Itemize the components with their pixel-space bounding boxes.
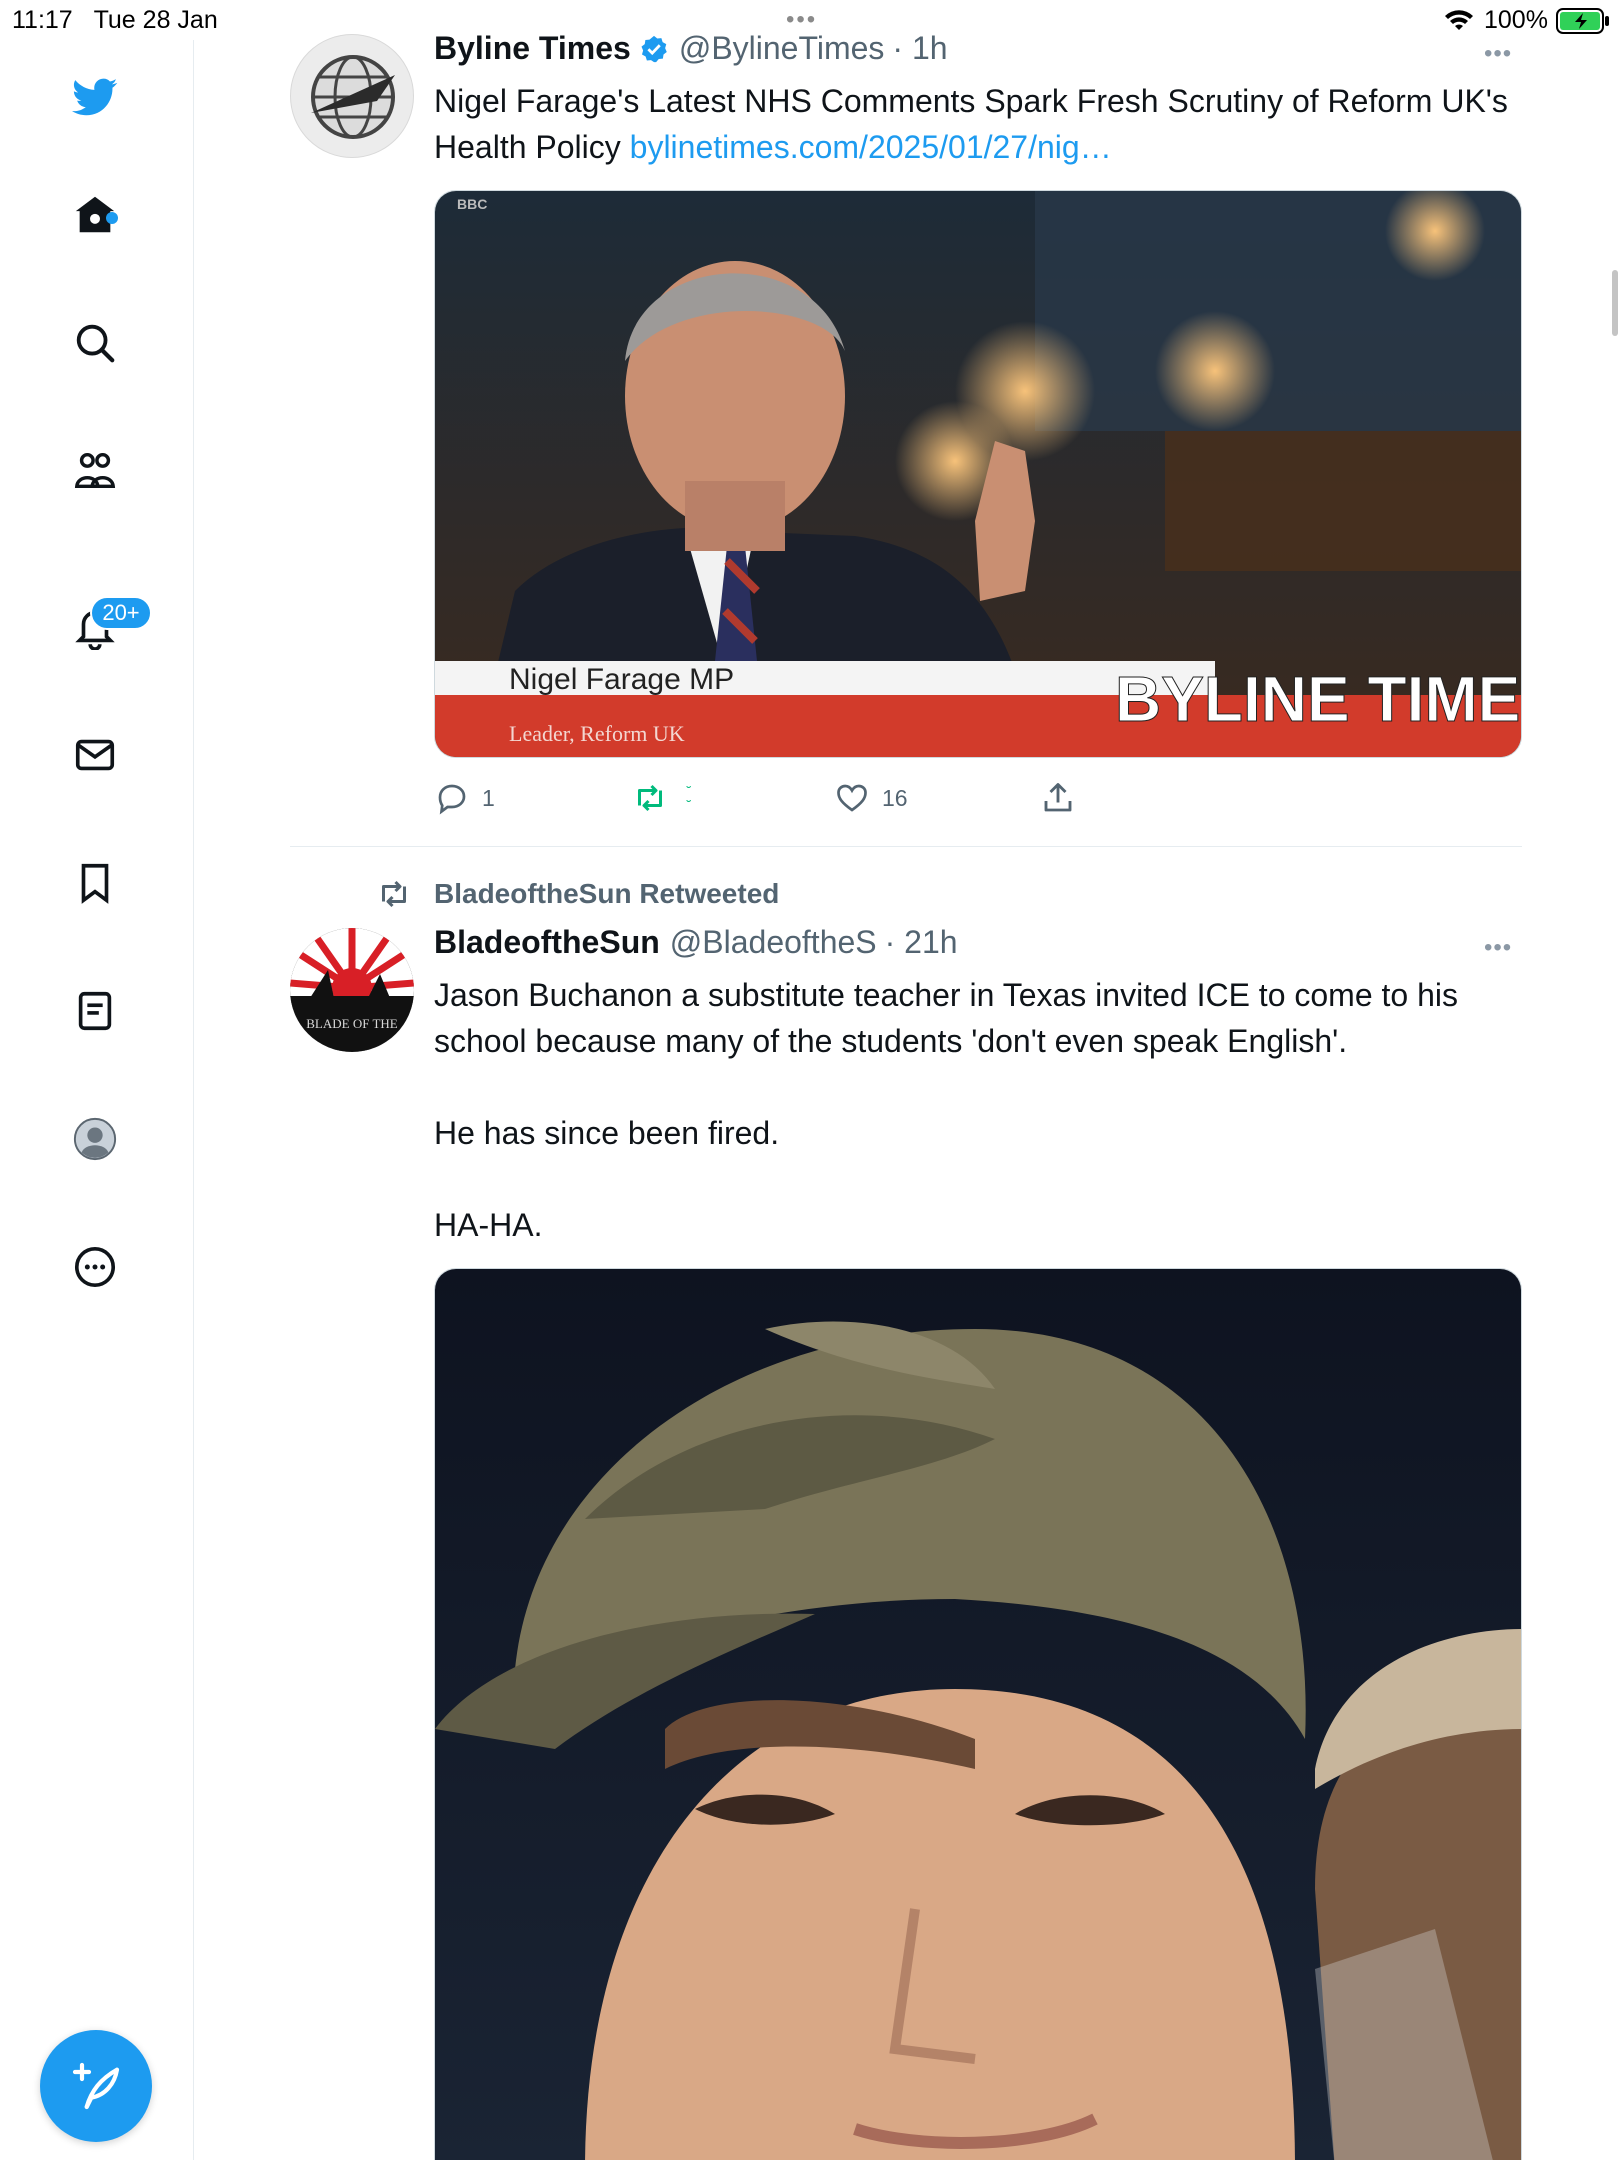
tweet-link[interactable]: bylinetimes.com/2025/01/27/nig…: [630, 129, 1112, 165]
share-button[interactable]: [1040, 780, 1088, 816]
tweet-text: Nigel Farage's Latest NHS Comments Spark…: [434, 83, 1508, 165]
scrollbar[interactable]: [1612, 270, 1618, 336]
tweet-text-line: He has since been fired.: [434, 1115, 780, 1151]
retweeted-by-label[interactable]: BladeoftheSun Retweeted: [374, 876, 779, 912]
home-icon[interactable]: [62, 182, 128, 248]
more-circle-icon[interactable]: [62, 1234, 128, 1300]
verified-badge-icon: [641, 35, 667, 62]
tweet-media-image[interactable]: [434, 1268, 1522, 2160]
lower-third-name: Nigel Farage MP: [509, 663, 734, 696]
tweet-author-handle[interactable]: @BladeoftheS: [670, 924, 877, 961]
list-icon[interactable]: [62, 978, 128, 1044]
tweet-text-line: HA-HA.: [434, 1207, 543, 1243]
reply-button[interactable]: 1: [434, 780, 495, 816]
home-unread-dot: [106, 212, 118, 224]
globe-logo-icon: [311, 55, 395, 139]
sidebar: 20+: [0, 40, 194, 2160]
photo-image: [435, 1269, 1521, 2160]
tweet-timestamp[interactable]: · 1h: [892, 30, 947, 67]
heart-icon: [837, 784, 867, 812]
battery-percent: 100%: [1484, 6, 1548, 34]
reply-icon: [438, 784, 466, 815]
tweet-timestamp[interactable]: · 21h: [885, 924, 958, 961]
lower-third-role: Leader, Reform UK: [509, 721, 685, 746]
tweet-media-image[interactable]: Nigel Farage MP Leader, Reform UK BBC BY…: [434, 190, 1522, 758]
tweet-avatar[interactable]: [290, 34, 414, 158]
byline-times-watermark: BYLINE TIMES: [1115, 663, 1522, 735]
retweet-button[interactable]: ˘ ˘: [632, 780, 698, 816]
tweet-author-name[interactable]: Byline Times: [434, 30, 631, 67]
communities-icon[interactable]: [62, 438, 128, 504]
search-icon[interactable]: [62, 310, 128, 376]
compose-tweet-icon: [72, 2062, 120, 2110]
retweet-count-animating-icon: ˘ ˘: [686, 783, 692, 813]
bookmark-icon[interactable]: [62, 850, 128, 916]
broadcaster-logo: BBC: [457, 196, 487, 212]
news-still-image: Nigel Farage MP Leader, Reform UK BBC BY…: [435, 191, 1522, 757]
compose-tweet-button[interactable]: [40, 2030, 152, 2142]
like-count: 16: [882, 784, 908, 811]
tweet-more-icon[interactable]: •••: [1484, 934, 1524, 961]
twitter-logo-icon[interactable]: [62, 64, 128, 130]
retweet-icon: [382, 880, 406, 908]
mail-icon[interactable]: [62, 722, 128, 788]
like-button[interactable]: 16: [834, 780, 908, 816]
tweet-divider: [290, 846, 1522, 847]
tweet-author-handle[interactable]: @BylineTimes: [679, 30, 885, 67]
avatar-icon[interactable]: [62, 1106, 128, 1172]
wifi-icon: [1445, 10, 1473, 30]
notification-badge: 20+: [90, 596, 152, 630]
tweet-avatar[interactable]: BLADE OF THE: [290, 928, 414, 1052]
share-icon: [1044, 783, 1072, 812]
reply-count: 1: [482, 784, 495, 811]
tweet-more-icon[interactable]: •••: [1484, 40, 1524, 67]
avatar-caption: BLADE OF THE: [306, 1016, 398, 1031]
rising-sun-avatar-icon: BLADE OF THE: [290, 928, 414, 1052]
retweet-icon: [638, 784, 662, 812]
tweet-author-name[interactable]: BladeoftheSun: [434, 924, 660, 961]
status-time-date: 11:17 Tue 28 Jan: [12, 6, 218, 34]
battery-icon: [1556, 8, 1609, 34]
tweet-text-line: Jason Buchanon a substitute teacher in T…: [434, 977, 1458, 1059]
